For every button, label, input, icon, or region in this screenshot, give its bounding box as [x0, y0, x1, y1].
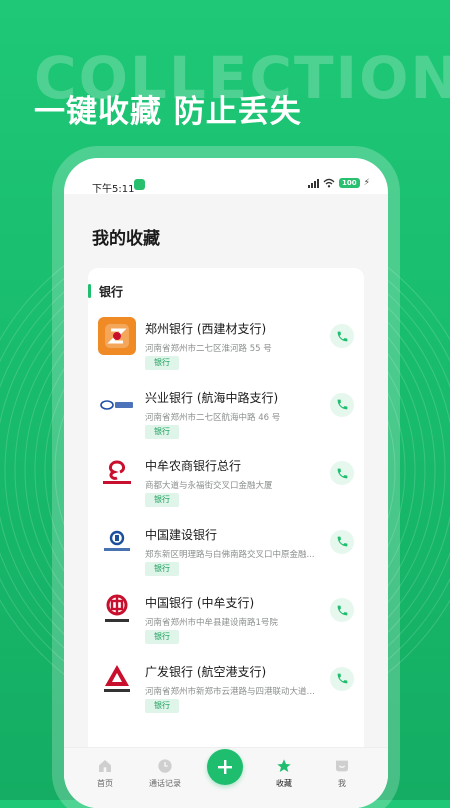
list-item[interactable]: 中国建设银行 郑东新区明理路与白佛南路交叉口中原金融... 银行	[88, 514, 364, 583]
call-button[interactable]	[330, 529, 354, 554]
section-header: 银行	[88, 282, 123, 300]
call-button[interactable]	[330, 461, 354, 485]
phone-icon	[337, 605, 347, 615]
bank-address: 商都大道与永福街交叉口金融大厦	[145, 481, 273, 491]
category-tag: 银行	[145, 424, 179, 439]
zhongmou-rural-bank-logo	[98, 454, 136, 492]
tab-calls[interactable]: 通话记录	[135, 758, 195, 789]
call-button[interactable]	[330, 598, 354, 622]
tab-home[interactable]: 首页	[75, 758, 135, 789]
bank-address: 河南省郑州市中牟县建设南路1号院	[145, 618, 278, 628]
bank-name: 中国银行 (中牟支行)	[145, 596, 255, 610]
bank-address: 河南省郑州市二七区航海中路 46 号	[145, 412, 281, 423]
clock-icon	[158, 759, 172, 773]
status-icons: 100 ⚡	[308, 178, 370, 188]
bank-list: 郑州银行 (西建材支行) 河南省郑州市二七区淮河路 55 号 银行 兴业银行 (…	[88, 308, 364, 719]
notification-icon	[134, 179, 145, 190]
bank-address: 河南省郑州市二七区淮河路 55 号	[145, 344, 272, 354]
category-tag: 银行	[145, 493, 179, 507]
bank-name: 广发银行 (航空港支行)	[145, 664, 267, 679]
favorites-card: 银行 郑州银行 (西建材支行) 河南省郑州市二七区淮河路 55 号 银行 兴业银…	[88, 268, 364, 808]
category-tag: 银行	[145, 561, 179, 576]
ccb-logo	[98, 522, 136, 561]
list-item[interactable]: 郑州银行 (西建材支行) 河南省郑州市二七区淮河路 55 号 银行	[88, 308, 364, 377]
status-time: 下午5:11	[92, 184, 135, 195]
charging-icon: ⚡	[363, 178, 370, 188]
phone-icon	[337, 536, 347, 547]
tab-label: 通话记录	[149, 779, 181, 788]
tab-me[interactable]: 我	[312, 758, 372, 789]
list-item[interactable]: 中国银行 (中牟支行) 河南省郑州市中牟县建设南路1号院 银行	[88, 582, 364, 651]
bottom-tab-bar: 首页 通话记录 收藏 我	[64, 747, 388, 808]
list-item[interactable]: 中牟农商银行总行 商都大道与永福街交叉口金融大厦 银行	[88, 445, 364, 514]
profile-icon	[336, 760, 348, 772]
page-title: 我的收藏	[92, 229, 160, 249]
tab-label: 我	[338, 779, 346, 788]
bank-name: 郑州银行 (西建材支行)	[145, 322, 267, 336]
call-button[interactable]	[330, 666, 354, 691]
home-icon	[99, 760, 111, 772]
star-icon	[277, 759, 291, 772]
section-accent-bar	[88, 284, 91, 298]
industrial-bank-logo	[98, 385, 136, 424]
tab-label: 收藏	[276, 779, 292, 788]
call-button[interactable]	[330, 392, 354, 417]
battery-indicator: 100	[339, 178, 360, 188]
bank-name: 兴业银行 (航海中路支行)	[145, 390, 279, 405]
hero-title: 一键收藏 防止丢失	[34, 94, 302, 130]
phone-icon	[337, 331, 347, 341]
bank-name: 中国建设银行	[145, 527, 218, 542]
bank-address: 河南省郑州市新郑市云港路与四港联动大道交叉口...	[145, 686, 321, 697]
section-label: 银行	[99, 284, 124, 299]
phone-icon	[337, 399, 347, 410]
phone-icon	[337, 673, 347, 684]
boc-logo	[98, 591, 136, 629]
list-item[interactable]: 广发银行 (航空港支行) 河南省郑州市新郑市云港路与四港联动大道交叉口... 银…	[88, 651, 364, 720]
bank-address: 郑东新区明理路与白佛南路交叉口中原金融...	[145, 549, 315, 560]
status-bar: 下午5:11 100 ⚡	[64, 158, 388, 195]
phone-mockup: 下午5:11 100 ⚡ 我的收藏 银行 郑州银行 (西建材支行) 河南省郑州市…	[64, 158, 388, 808]
bank-name: 中牟农商银行总行	[145, 459, 242, 473]
zhengzhou-bank-logo	[98, 317, 136, 355]
list-item[interactable]: 兴业银行 (航海中路支行) 河南省郑州市二七区航海中路 46 号 银行	[88, 377, 364, 446]
phone-icon	[337, 468, 347, 478]
call-button[interactable]	[330, 324, 354, 348]
signal-icon	[308, 178, 320, 188]
category-tag: 银行	[145, 630, 179, 644]
tab-favorites[interactable]: 收藏	[254, 758, 314, 789]
category-tag: 银行	[145, 698, 179, 713]
wifi-icon	[323, 178, 335, 188]
cgb-logo	[98, 659, 136, 698]
tab-label: 首页	[97, 779, 113, 788]
add-button[interactable]	[207, 749, 243, 785]
category-tag: 银行	[145, 356, 179, 370]
content-area: 银行 郑州银行 (西建材支行) 河南省郑州市二七区淮河路 55 号 银行 兴业银…	[64, 268, 388, 808]
plus-icon	[218, 760, 232, 774]
